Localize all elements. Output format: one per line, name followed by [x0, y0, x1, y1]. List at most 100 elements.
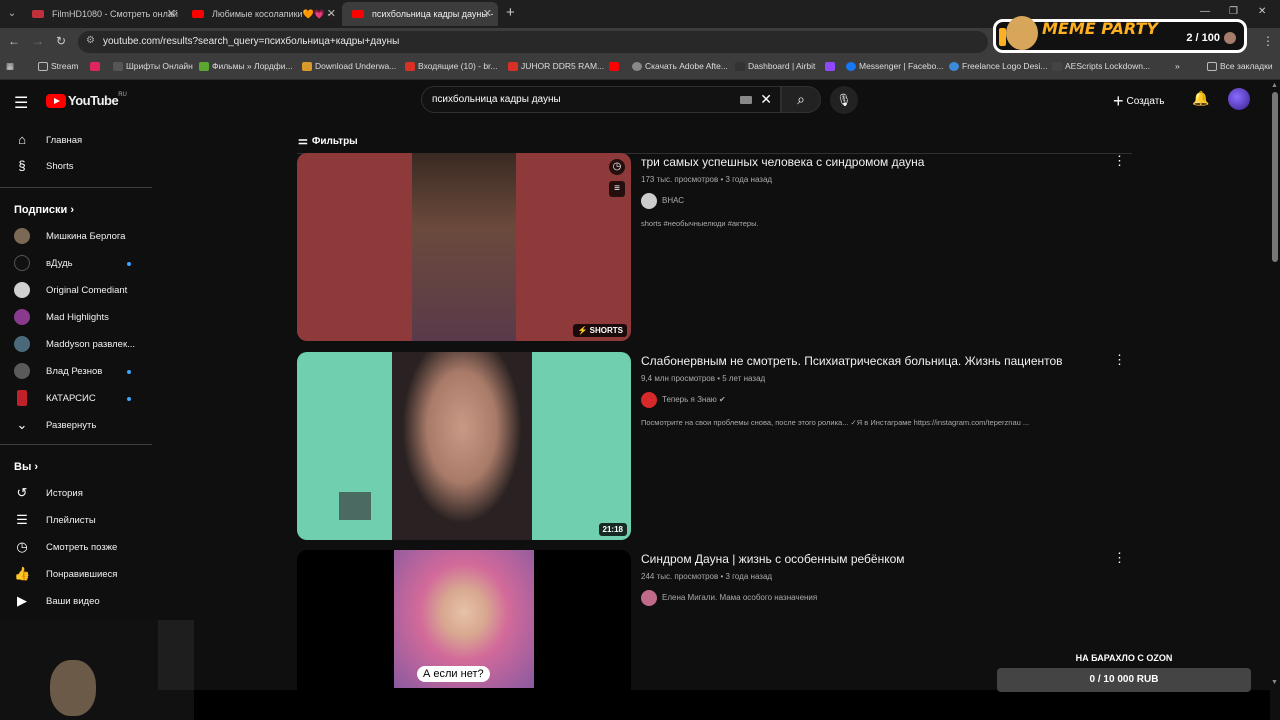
new-content-dot: [127, 262, 131, 266]
sidebar-item-label: Влад Резнов: [46, 366, 103, 377]
more-actions-icon[interactable]: ⋮: [1113, 153, 1126, 169]
bookmark[interactable]: AEScripts Lockdown...: [1052, 61, 1150, 71]
scrollbar-thumb[interactable]: [1272, 92, 1278, 262]
sidebar-item-subscription[interactable]: Maddyson развлек...: [0, 331, 152, 357]
sidebar-item-shorts[interactable]: § Shorts: [0, 153, 152, 179]
apps-icon[interactable]: ▦: [6, 61, 14, 72]
sidebar-item-label: вДудь: [46, 258, 73, 269]
clear-search-icon[interactable]: ✕: [760, 91, 772, 108]
tab-title: Любимые косолапики🧡💗 -: [212, 9, 331, 19]
bookmark[interactable]: Freelance Logo Desi...: [949, 61, 1048, 71]
video-title[interactable]: три самых успешных человека с синдромом …: [641, 155, 924, 169]
video-title[interactable]: Слабонервным не смотреть. Психиатрическа…: [641, 354, 1063, 368]
sidebar-item-liked[interactable]: 👍 Понравившиеся: [0, 561, 152, 587]
doge-icon: [1006, 16, 1038, 50]
more-bookmarks-icon[interactable]: »: [1175, 61, 1180, 71]
channel-avatar: [17, 390, 27, 406]
video-meta: 9,4 млн просмотров • 5 лет назад: [641, 374, 766, 383]
sidebar-item-subscription[interactable]: Original Comediant: [0, 277, 152, 303]
account-avatar[interactable]: [1228, 88, 1250, 110]
scroll-down-icon[interactable]: ▼: [1271, 679, 1278, 686]
all-bookmarks[interactable]: Все закладки: [1207, 61, 1273, 71]
browser-tab-active[interactable]: психбольница кадры дауны - ✕: [342, 2, 498, 26]
video-title[interactable]: Синдром Дауна | жизнь с особенным ребёнк…: [641, 552, 905, 566]
sidebar-item-watch-later[interactable]: ◷ Смотреть позже: [0, 534, 152, 560]
bookmark[interactable]: Messenger | Facebo...: [846, 61, 943, 71]
sidebar-item-subscription[interactable]: вДудь: [0, 250, 152, 276]
search-icon: ⌕: [797, 91, 805, 107]
you-heading[interactable]: Вы ›: [14, 461, 38, 473]
close-window-icon[interactable]: ✕: [1258, 6, 1266, 17]
menu-icon[interactable]: ☰: [14, 93, 28, 113]
create-button[interactable]: + Создать: [1113, 91, 1165, 112]
sidebar-item-label: Mad Highlights: [46, 312, 109, 323]
bookmark[interactable]: Скачать Adobe Afte...: [632, 61, 728, 71]
sidebar-item-label: Shorts: [46, 161, 74, 172]
tab-search-chevron-icon[interactable]: ⌄: [4, 6, 20, 22]
meme-party-title: MEME PARTY: [1042, 19, 1159, 38]
scroll-up-icon[interactable]: ▲: [1271, 82, 1278, 89]
more-actions-icon[interactable]: ⋮: [1113, 550, 1126, 566]
video-result[interactable]: 21:18 Слабонервным не смотреть. Психиатр…: [297, 352, 1137, 542]
watch-later-icon[interactable]: ◷: [609, 159, 625, 175]
sidebar-item-your-videos[interactable]: ▶ Ваши видео: [0, 588, 152, 614]
voice-search-button[interactable]: 🎙: [830, 86, 858, 114]
filters-button[interactable]: ⚌ Фильтры: [298, 134, 358, 147]
donation-goal-label: НА БАРАХЛО С OZON: [1075, 653, 1173, 663]
video-thumbnail[interactable]: 21:18: [297, 352, 631, 540]
bookmark[interactable]: Шрифты Онлайн: [113, 61, 193, 71]
coin-icon: [1224, 32, 1236, 44]
channel-link[interactable]: Теперь я Знаю ✔: [641, 392, 726, 408]
browser-menu-icon[interactable]: ⋮: [1262, 34, 1274, 48]
page-scrollbar[interactable]: ▲ ▼: [1270, 82, 1280, 720]
sidebar-item-label: Понравившиеся: [46, 569, 118, 580]
sidebar-item-expand[interactable]: ⌄ Развернуть: [0, 412, 152, 438]
bookmark[interactable]: Входящие (10) - br...: [405, 61, 498, 71]
back-icon[interactable]: ←: [8, 34, 20, 48]
video-meta: 244 тыс. просмотров • 3 года назад: [641, 572, 773, 581]
new-tab-icon[interactable]: +: [506, 4, 515, 21]
keyboard-icon[interactable]: [740, 96, 752, 104]
sidebar-item-playlists[interactable]: ☰ Плейлисты: [0, 507, 152, 533]
filters-label: Фильтры: [311, 136, 358, 147]
address-bar[interactable]: ⚙ youtube.com/results?search_query=психб…: [78, 31, 988, 53]
video-result[interactable]: ◷ ≡ ⚡ SHORTS три самых успешных человека…: [297, 153, 1137, 343]
search-button[interactable]: ⌕: [781, 86, 821, 113]
youtube-logo[interactable]: YouTubeRU: [46, 92, 127, 110]
tab-close-icon[interactable]: ✕: [327, 2, 336, 26]
sidebar-item-label: Ваши видео: [46, 596, 100, 607]
sidebar-item-subscription[interactable]: Mad Highlights: [0, 304, 152, 330]
notifications-bell-icon[interactable]: 🔔: [1192, 90, 1209, 107]
search-input[interactable]: психбольница кадры дауны ✕: [421, 86, 781, 113]
sidebar-item-subscription[interactable]: КАТАРСИС: [0, 385, 152, 411]
tab-favicon-icon: [352, 10, 364, 18]
restore-icon[interactable]: ❐: [1229, 6, 1238, 17]
forward-icon[interactable]: →: [32, 34, 44, 48]
shorts-icon: §: [18, 158, 26, 173]
channel-link[interactable]: Елена Мигали. Мама особого назначения: [641, 590, 817, 606]
bookmark-favicon-icon: [735, 62, 745, 71]
channel-link[interactable]: ВНАС: [641, 193, 684, 209]
reload-icon[interactable]: ↻: [56, 34, 66, 48]
bookmark[interactable]: Фильмы » Лордфи...: [199, 61, 293, 71]
browser-tab[interactable]: Любимые косолапики🧡💗 - ✕: [182, 2, 342, 26]
sidebar-item-subscription[interactable]: Мишкина Берлога: [0, 223, 152, 249]
sidebar-item-history[interactable]: ↺ История: [0, 480, 152, 506]
bookmark-favicon-icon: [302, 62, 312, 71]
tab-close-icon[interactable]: ✕: [167, 2, 176, 26]
sidebar-item-home[interactable]: ⌂ Главная: [0, 127, 152, 153]
sidebar-item-label: Мишкина Берлога: [46, 231, 126, 242]
site-info-icon[interactable]: ⚙: [86, 35, 95, 46]
add-to-queue-icon[interactable]: ≡: [609, 181, 625, 197]
bookmark[interactable]: Stream: [38, 61, 78, 71]
sidebar-item-subscription[interactable]: Влад Резнов: [0, 358, 152, 384]
video-thumbnail[interactable]: ◷ ≡ ⚡ SHORTS: [297, 153, 631, 341]
minimize-icon[interactable]: —: [1200, 6, 1210, 17]
more-actions-icon[interactable]: ⋮: [1113, 352, 1126, 368]
bookmark[interactable]: Dashboard | Airbit: [735, 61, 815, 71]
browser-tab[interactable]: FilmHD1080 - Смотреть онлай ✕: [22, 2, 182, 26]
tab-close-icon[interactable]: ✕: [483, 2, 492, 26]
subscriptions-heading[interactable]: Подписки ›: [14, 204, 74, 216]
bookmark[interactable]: JUHOR DDR5 RAM...: [508, 61, 604, 71]
bookmark[interactable]: Download Underwa...: [302, 61, 396, 71]
